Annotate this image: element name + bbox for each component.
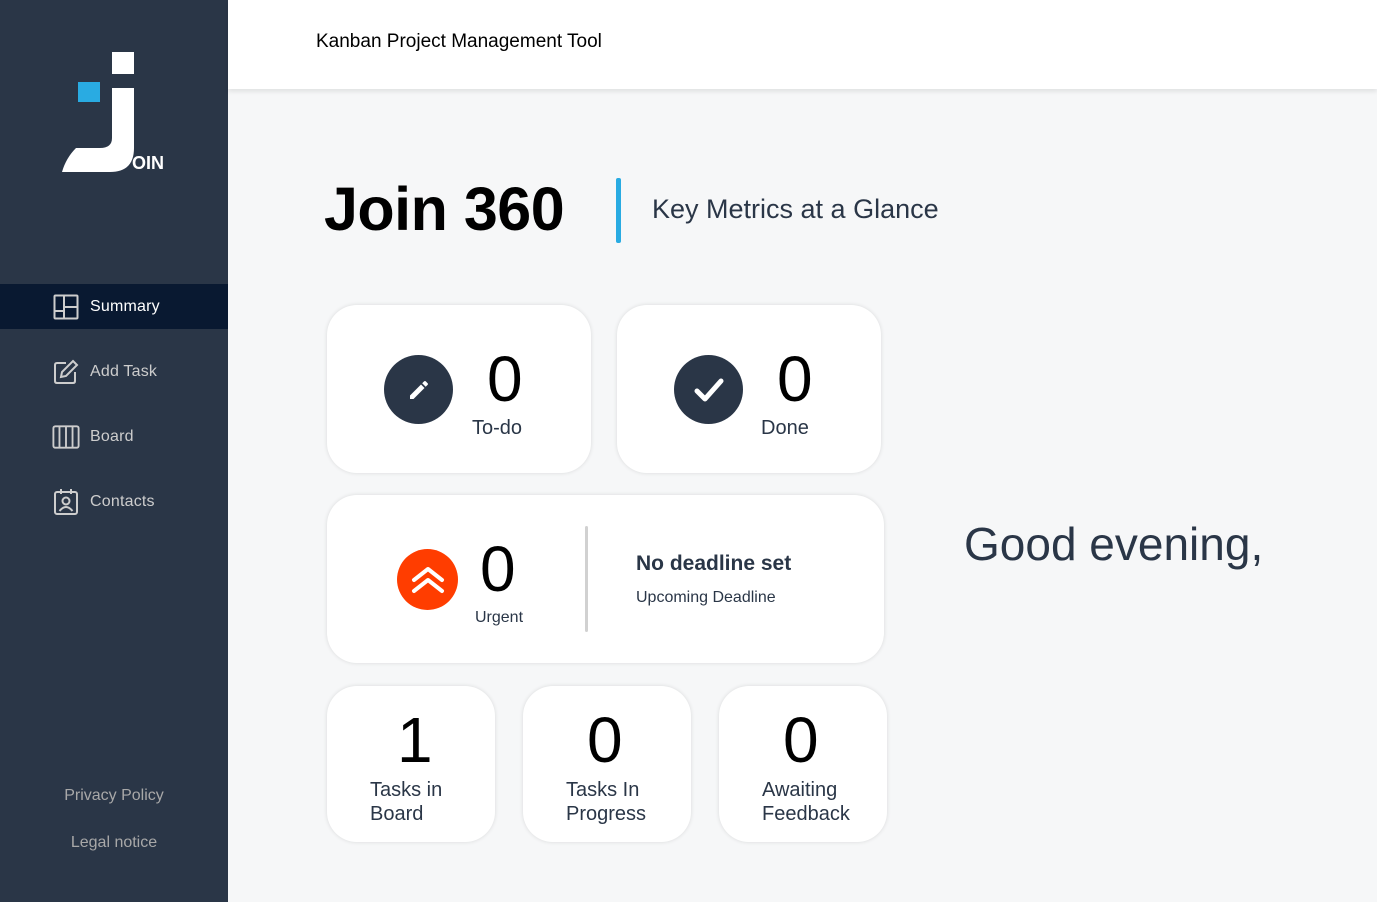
contacts-icon	[52, 488, 80, 516]
logo-text: OIN	[132, 153, 164, 173]
sidebar-item-add-task[interactable]: Add Task	[0, 349, 228, 394]
page-subtitle: Key Metrics at a Glance	[652, 194, 939, 224]
board-icon	[52, 423, 80, 451]
todo-card[interactable]: 0 To-do	[327, 305, 591, 473]
title-divider	[616, 178, 621, 243]
priority-urgent-icon	[397, 549, 458, 610]
tasks-in-progress-label: Tasks In Progress	[566, 779, 647, 825]
todo-count: 0	[487, 343, 523, 415]
done-label: Done	[761, 417, 809, 439]
summary-icon	[52, 293, 80, 321]
page-title: Join 360	[324, 175, 565, 243]
urgent-count: 0	[480, 533, 516, 605]
sidebar: OIN Summary Add Task Board Contacts Priv…	[0, 0, 228, 902]
tasks-in-board-label: Tasks in Board	[370, 779, 443, 825]
done-count: 0	[777, 343, 813, 415]
awaiting-feedback-card[interactable]: 0 Awaiting Feedback	[719, 686, 887, 842]
check-icon	[674, 355, 743, 424]
join-logo[interactable]: OIN	[60, 48, 170, 176]
awaiting-feedback-count: 0	[783, 704, 819, 776]
todo-label: To-do	[472, 417, 523, 439]
greeting-text: Good evening,	[964, 518, 1264, 570]
legal-notice-link[interactable]: Legal notice	[0, 834, 228, 852]
done-card[interactable]: 0 Done	[617, 305, 881, 473]
urgent-label: Urgent	[475, 609, 524, 626]
header-title: Kanban Project Management Tool	[316, 31, 602, 52]
header: Kanban Project Management Tool	[228, 0, 1377, 89]
sidebar-item-board[interactable]: Board	[0, 414, 228, 459]
sidebar-item-summary[interactable]: Summary	[0, 284, 228, 329]
urgent-divider	[585, 526, 588, 632]
add-task-icon	[52, 358, 80, 386]
awaiting-feedback-label: Awaiting Feedback	[762, 779, 850, 825]
deadline-label: Upcoming Deadline	[636, 589, 776, 606]
tasks-in-progress-card[interactable]: 0 Tasks In Progress	[523, 686, 691, 842]
sidebar-item-label: Add Task	[90, 362, 158, 380]
sidebar-item-label: Contacts	[90, 492, 155, 510]
privacy-policy-link[interactable]: Privacy Policy	[0, 787, 228, 805]
tasks-in-board-card[interactable]: 1 Tasks in Board	[327, 686, 495, 842]
urgent-card[interactable]: 0 Urgent No deadline set Upcoming Deadli…	[327, 495, 884, 663]
sidebar-item-label: Board	[90, 427, 134, 445]
sidebar-item-label: Summary	[90, 297, 160, 315]
sidebar-item-contacts[interactable]: Contacts	[0, 479, 228, 524]
pencil-icon	[384, 355, 453, 424]
deadline-value: No deadline set	[636, 552, 792, 575]
